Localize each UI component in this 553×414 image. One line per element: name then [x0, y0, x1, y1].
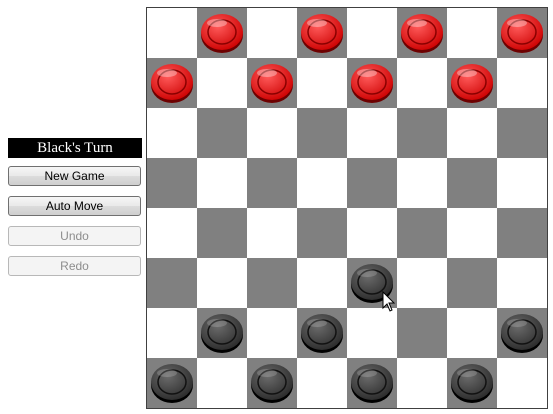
board-square [247, 208, 297, 258]
black-piece[interactable] [350, 262, 394, 304]
black-piece[interactable] [250, 362, 294, 404]
board-square[interactable] [147, 358, 197, 408]
board-square[interactable] [397, 308, 447, 358]
black-piece[interactable] [350, 362, 394, 404]
red-piece[interactable] [400, 12, 444, 54]
red-piece[interactable] [500, 12, 544, 54]
board-square[interactable] [347, 258, 397, 308]
board-square [347, 208, 397, 258]
board-square[interactable] [197, 208, 247, 258]
turn-indicator: Black's Turn [8, 138, 142, 158]
board-square [297, 158, 347, 208]
board-square[interactable] [197, 308, 247, 358]
board-square [247, 308, 297, 358]
board-square[interactable] [147, 258, 197, 308]
board-square[interactable] [147, 58, 197, 108]
board-square [397, 158, 447, 208]
red-piece[interactable] [300, 12, 344, 54]
board-square[interactable] [347, 58, 397, 108]
board-square [497, 58, 547, 108]
red-piece[interactable] [350, 62, 394, 104]
board-square[interactable] [397, 208, 447, 258]
board-square[interactable] [447, 258, 497, 308]
board-square[interactable] [497, 208, 547, 258]
board-square [397, 58, 447, 108]
red-piece[interactable] [250, 62, 294, 104]
board-square[interactable] [247, 358, 297, 408]
board-square[interactable] [197, 108, 247, 158]
board-square[interactable] [347, 358, 397, 408]
red-piece[interactable] [450, 62, 494, 104]
black-piece[interactable] [450, 362, 494, 404]
board-square[interactable] [147, 158, 197, 208]
red-piece[interactable] [150, 62, 194, 104]
checkers-app: Black's Turn New Game Auto Move Undo Red… [0, 0, 553, 414]
board-square [447, 208, 497, 258]
board-square[interactable] [397, 8, 447, 58]
board-square [197, 158, 247, 208]
board-square[interactable] [497, 108, 547, 158]
board-square [147, 308, 197, 358]
board-square[interactable] [497, 308, 547, 358]
board-square [447, 108, 497, 158]
board-square [197, 358, 247, 408]
board-square [147, 208, 197, 258]
board-square[interactable] [397, 108, 447, 158]
board-square [197, 258, 247, 308]
board-square[interactable] [447, 58, 497, 108]
board-square[interactable] [297, 308, 347, 358]
board-square[interactable] [247, 258, 297, 308]
black-piece[interactable] [500, 312, 544, 354]
new-game-button[interactable]: New Game [8, 166, 141, 186]
board-square[interactable] [497, 8, 547, 58]
board-square [397, 358, 447, 408]
red-piece[interactable] [200, 12, 244, 54]
board-square[interactable] [247, 58, 297, 108]
board-square [497, 358, 547, 408]
board-square[interactable] [347, 158, 397, 208]
black-piece[interactable] [200, 312, 244, 354]
board-square [297, 358, 347, 408]
board-square [147, 8, 197, 58]
board-square[interactable] [447, 358, 497, 408]
board-square[interactable] [297, 208, 347, 258]
board-square [147, 108, 197, 158]
board-square [297, 58, 347, 108]
board-square [197, 58, 247, 108]
board-square [447, 8, 497, 58]
black-piece[interactable] [150, 362, 194, 404]
board-square[interactable] [447, 158, 497, 208]
board-square[interactable] [247, 158, 297, 208]
board-square [347, 108, 397, 158]
redo-button[interactable]: Redo [8, 256, 141, 276]
board-square[interactable] [297, 8, 347, 58]
checkers-board[interactable] [146, 7, 548, 409]
board-square [347, 8, 397, 58]
board-square [497, 258, 547, 308]
side-panel: Black's Turn New Game Auto Move Undo Red… [8, 138, 142, 276]
board-square [497, 158, 547, 208]
board-square [347, 308, 397, 358]
board-square [247, 8, 297, 58]
undo-button[interactable]: Undo [8, 226, 141, 246]
black-piece[interactable] [300, 312, 344, 354]
board-square [247, 108, 297, 158]
board-square [297, 258, 347, 308]
board-square[interactable] [197, 8, 247, 58]
board-square [397, 258, 447, 308]
board-square [447, 308, 497, 358]
board-square[interactable] [297, 108, 347, 158]
auto-move-button[interactable]: Auto Move [8, 196, 141, 216]
